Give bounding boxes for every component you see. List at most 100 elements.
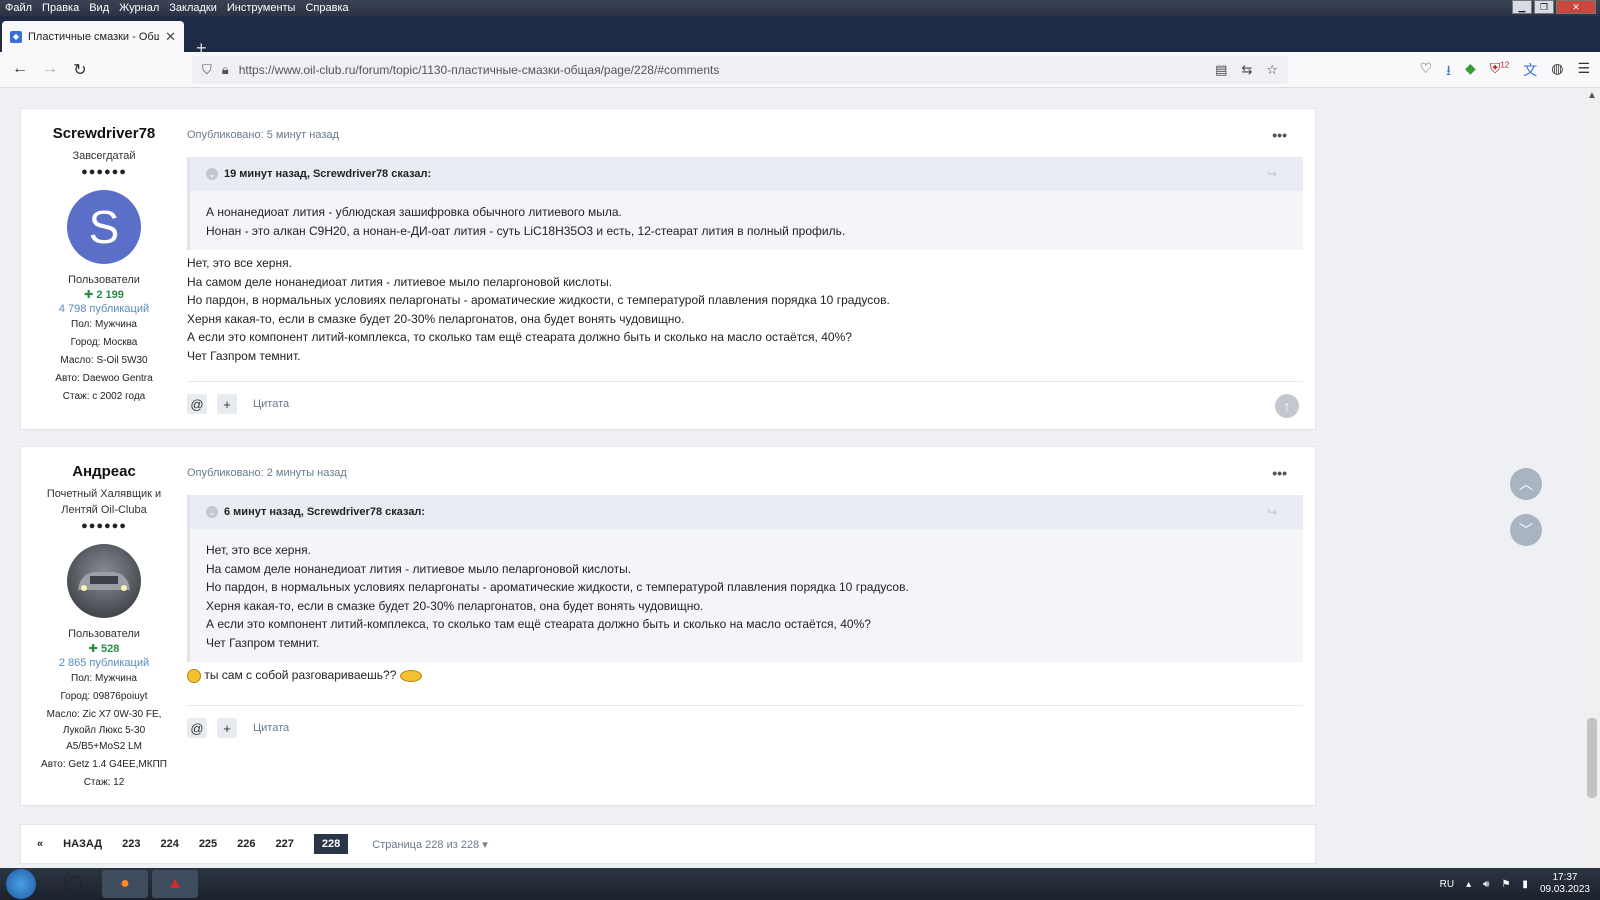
reader-view-icon[interactable]: ▤ [1215,62,1227,78]
address-bar[interactable]: ⛉ 🔒︎ https://www.oil-club.ru/forum/topic… [192,56,1288,84]
quote-line: А нонанедиоат лития - ублюдская зашифров… [206,205,622,219]
url-text[interactable]: https://www.oil-club.ru/forum/topic/1130… [239,63,720,77]
menu-view[interactable]: Вид [84,2,114,14]
extension-shield-icon[interactable]: ⛨12 [1490,60,1509,84]
tray-expand-icon[interactable]: ▴ [1466,879,1471,890]
current-page[interactable]: 228 [313,834,349,854]
rank-pips: ●●●●●● [81,520,127,532]
smiley-laugh-icon [399,669,422,682]
smiley-icon [187,668,201,683]
author-rank: Завсегдатай [72,150,136,162]
shield-icon[interactable]: ⛉ [202,62,212,78]
reply-text: ты сам с собой разговариваешь?? [204,668,397,682]
author-name[interactable]: Андреас [21,463,187,480]
quote-button[interactable]: Цитата [253,722,289,734]
author-info-car: Авто: Daewoo Gentra [55,373,153,384]
rank-pips: ●●●●●● [81,166,127,178]
page-link[interactable]: 223 [122,838,140,850]
plus-circle-icon: ✚ [84,289,97,301]
network-warning-icon[interactable]: ⚑ [1501,879,1510,890]
multiquote-button[interactable]: + [217,394,237,414]
author-info-city: Город: 09876poiuyt [60,691,148,702]
author-name[interactable]: Screwdriver78 [21,125,187,142]
author-info-oil: Масло: S-Oil 5W30 [60,355,148,366]
signal-icon[interactable]: ▮ [1522,879,1528,890]
chevron-down-icon[interactable]: ⌄ [206,506,218,518]
pocket-icon[interactable]: ♡ [1420,60,1433,84]
window-menubar: Файл Правка Вид Журнал Закладки Инструме… [0,0,1600,16]
more-options-icon[interactable]: ••• [1272,127,1287,143]
more-options-icon[interactable]: ••• [1272,465,1287,481]
close-window-button[interactable]: ✕ [1556,0,1596,14]
volume-icon[interactable]: 🔊︎ [1483,879,1489,890]
share-arrow-icon[interactable]: ↪ [1267,505,1277,519]
author-info-gender: Пол: Мужчина [71,673,137,684]
mention-button[interactable]: @ [187,718,207,738]
avatar[interactable] [67,544,141,618]
bookmark-star-icon[interactable]: ☆ [1266,62,1278,78]
post-actions: @ + Цитата ↑ [187,381,1303,418]
author-publications[interactable]: 4 798 публикаций [21,303,187,315]
mention-button[interactable]: @ [187,394,207,414]
quote-citation[interactable]: 19 минут назад, Screwdriver78 сказал: [224,168,431,180]
page-link[interactable]: 226 [237,838,255,850]
back-icon[interactable]: ← [10,60,30,78]
post-timestamp[interactable]: Опубликовано: 5 минут назад [187,129,1303,141]
tab-close-icon[interactable]: ✕ [165,29,176,45]
menu-tools[interactable]: Инструменты [222,2,301,14]
scrollbar-thumb[interactable] [1587,718,1597,798]
extension-green-icon[interactable]: ◆ [1465,60,1476,84]
forum-post: Screwdriver78 Завсегдатай ●●●●●● S Польз… [20,108,1316,430]
translator-icon[interactable]: 文 [1523,60,1537,84]
menu-history[interactable]: Журнал [114,2,164,14]
post-timestamp[interactable]: Опубликовано: 2 минуты назад [187,467,1303,479]
file-explorer-icon[interactable]: 📁︎ [50,870,96,898]
quote-line: Нонан - это алкан С9Н20, а нонан-е-ДИ-оа… [206,223,846,238]
menu-edit[interactable]: Правка [37,2,84,14]
car-avatar-icon [78,572,130,591]
page-link[interactable]: 227 [276,838,294,850]
forward-icon[interactable]: → [40,60,60,78]
multiquote-button[interactable]: + [217,718,237,738]
share-arrow-icon[interactable]: ↪ [1267,167,1277,181]
reload-icon[interactable]: ↻ [70,60,90,80]
globe-icon[interactable]: ◍ [1551,60,1563,84]
body-line: Херня какая-то, если в смазке будет 20-3… [187,311,685,326]
menu-bookmarks[interactable]: Закладки [164,2,222,14]
page-scrollbar[interactable]: ▲ [1584,88,1600,868]
clock[interactable]: 17:37 09.03.2023 [1540,872,1590,896]
menu-hamburger-icon[interactable]: ☰ [1577,60,1590,84]
tab-active[interactable]: ◆ Пластичные смазки - Общая ✕ [2,21,184,52]
quote-button[interactable]: Цитата [253,398,289,410]
page-jump-dropdown[interactable]: Страница 228 из 228 ▾ [372,838,488,851]
language-indicator[interactable]: RU [1440,879,1454,890]
menu-help[interactable]: Справка [300,2,353,14]
scroll-down-button[interactable]: ﹀ [1510,514,1542,546]
scroll-arrow-up-icon[interactable]: ▲ [1587,90,1597,101]
translate-icon[interactable]: ⇆ [1241,62,1252,78]
pdf-reader-icon[interactable]: ▲ [152,870,198,898]
download-icon[interactable]: ⭳ [1446,60,1451,84]
prev-page-link[interactable]: НАЗАД [63,838,102,850]
quote-body: Нет, это все херня. На самом деле нонане… [190,529,1303,662]
menu-file[interactable]: Файл [0,2,37,14]
quote-citation[interactable]: 6 минут назад, Screwdriver78 сказал: [224,506,425,518]
os-taskbar: 📁︎ ● ▲ RU ▴ 🔊︎ ⚑ ▮ 17:37 09.03.2023 [0,868,1600,900]
firefox-icon[interactable]: ● [102,870,148,898]
quote-line: А если это компонент литий-комплекса, то… [206,617,871,631]
maximize-button[interactable]: ❐ [1534,0,1554,14]
reputation-value: 528 [100,643,120,655]
scroll-top-icon[interactable]: ↑ [1275,394,1299,418]
scroll-up-button[interactable]: ︿ [1510,468,1542,500]
lock-icon[interactable]: 🔒︎ [222,62,229,78]
author-publications[interactable]: 2 865 публикаций [21,657,187,669]
chevron-down-icon[interactable]: ⌄ [206,168,218,180]
page-link[interactable]: 225 [199,838,217,850]
post-content: Опубликовано: 2 минуты назад ••• ⌄ 6 мин… [187,447,1303,738]
avatar[interactable]: S [67,190,141,264]
page-link[interactable]: 224 [160,838,178,850]
minimize-button[interactable]: ▁ [1512,0,1532,14]
body-line: Нет, это все херня. [187,256,292,270]
prev-arrow-icon[interactable]: « [37,838,43,850]
start-button[interactable] [6,869,36,899]
